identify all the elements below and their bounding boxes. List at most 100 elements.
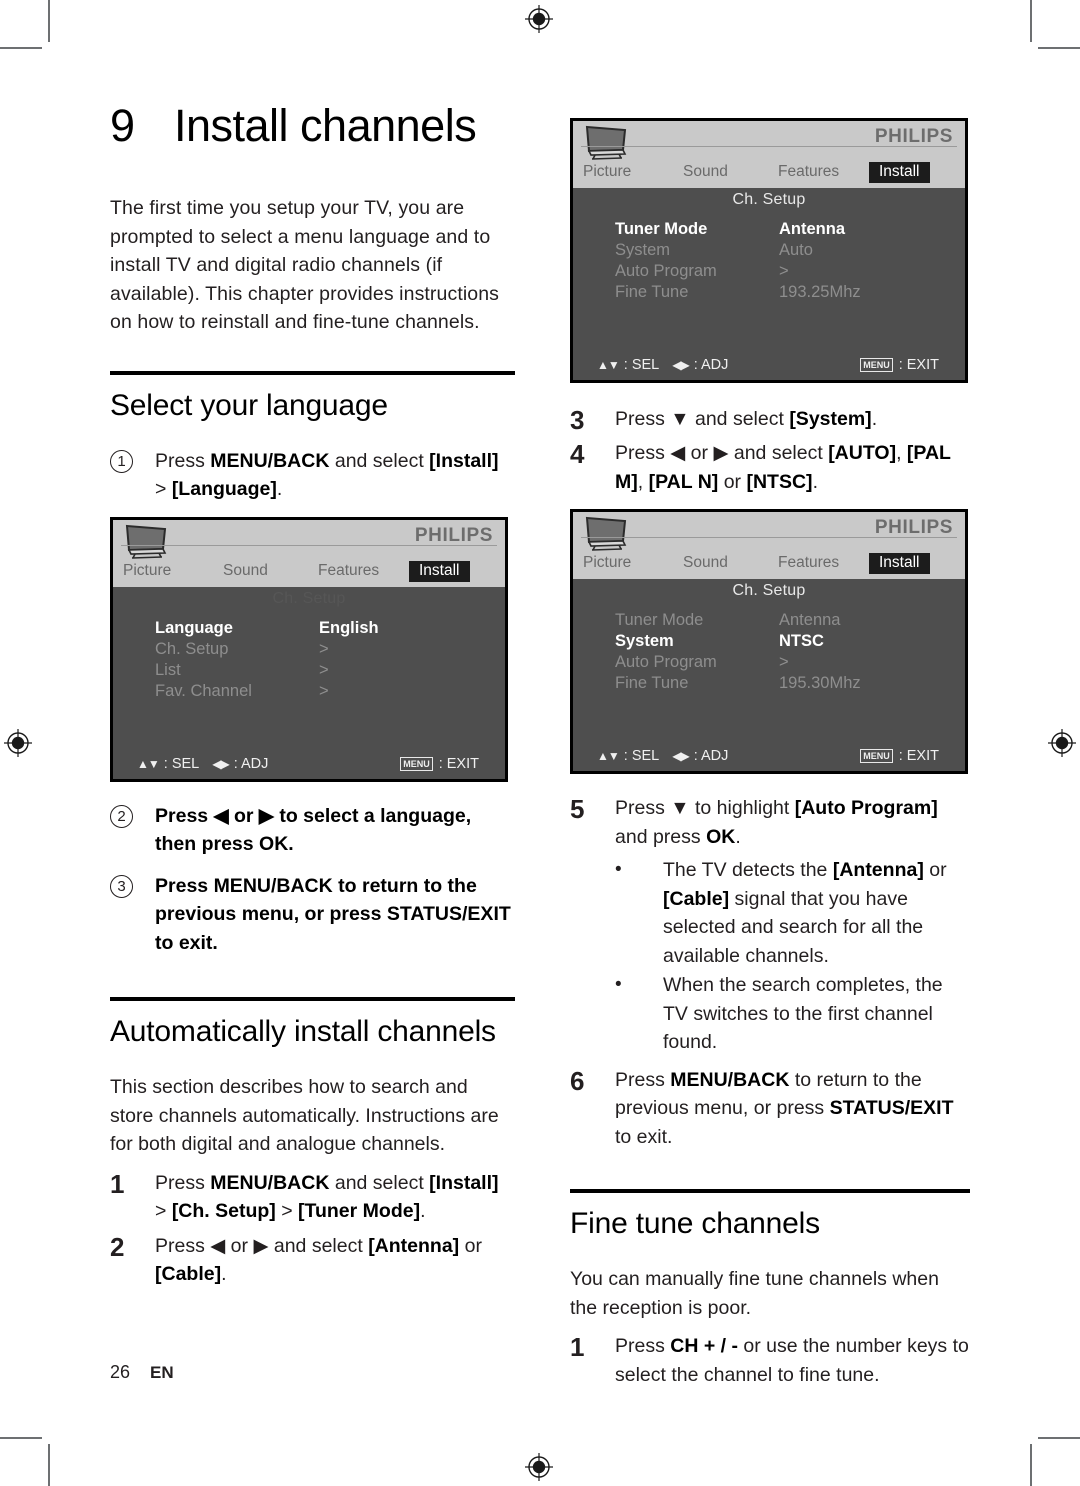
osd-menu-item[interactable]: Fine Tune 195.30Mhz	[615, 673, 965, 694]
osd-menu-item[interactable]: Tuner Mode Antenna	[615, 219, 965, 240]
osd-tab-features[interactable]: Features	[318, 562, 379, 580]
step-text: Press MENU/BACK and select [Install] > […	[155, 447, 515, 504]
osd-menu-list: Language English Ch. Setup > List > Fav.…	[113, 618, 505, 702]
osd-tab-picture[interactable]: Picture	[583, 554, 631, 572]
osd-menu-item[interactable]: Ch. Setup >	[155, 639, 505, 660]
text-run: ,	[896, 442, 907, 464]
text-run: or	[459, 1234, 482, 1257]
menu-key-icon: MENU	[860, 358, 893, 372]
osd-menu-list: Tuner Mode Antenna System Auto Auto Prog…	[573, 219, 965, 303]
menu-key-icon: MENU	[860, 749, 893, 763]
text-run: to highlight	[689, 797, 795, 819]
osd-tab-picture[interactable]: Picture	[123, 562, 171, 580]
osd-menu-item[interactable]: Fine Tune 193.25Mhz	[615, 282, 965, 303]
up-down-arrow-icon: ▲▼	[597, 358, 620, 372]
text-run: >	[155, 1200, 172, 1222]
text-run: Press	[615, 408, 671, 430]
registration-mark-right	[1047, 728, 1077, 758]
osd-tab-install[interactable]: Install	[869, 553, 930, 574]
osd-item-label: System	[615, 632, 674, 650]
osd-tab-picture[interactable]: Picture	[583, 163, 631, 181]
key-label: MENU/BACK	[210, 1171, 330, 1194]
osd-menu-item[interactable]: List >	[155, 660, 505, 681]
text-run: and select	[268, 1234, 369, 1257]
step-item: 5 Press ▼ to highlight [Auto Program] an…	[570, 794, 970, 1058]
osd-tab-sound[interactable]: Sound	[683, 554, 728, 572]
step-text: Press ◀ or ▶ and select [Antenna] or [Ca…	[155, 1232, 515, 1289]
menu-ref: [AUTO]	[828, 442, 897, 464]
crop-mark-top-left-v	[48, 0, 50, 42]
step-item: 4 Press ◀ or ▶ and select [AUTO], [PAL M…	[570, 439, 970, 496]
osd-tab-sound[interactable]: Sound	[683, 163, 728, 181]
osd-tab-install[interactable]: Install	[409, 560, 470, 582]
osd-tab-features[interactable]: Features	[778, 554, 839, 572]
arrow-right-icon: ▶	[713, 442, 729, 464]
text-run: Press	[155, 1171, 211, 1194]
osd-subtitle: Ch. Setup	[732, 191, 806, 208]
list-item: • When the search completes, the TV swit…	[615, 971, 970, 1057]
menu-ref: [Ch. Setup]	[171, 1200, 276, 1222]
arrow-right-icon: ▶	[253, 1234, 269, 1257]
arrow-left-icon: ◀	[213, 804, 229, 827]
section-heading-select-language: Select your language	[110, 388, 388, 422]
arrow-right-icon: ▶	[258, 804, 274, 827]
osd-hint-right: MENU : EXIT	[860, 748, 939, 764]
osd-tab-install[interactable]: Install	[869, 162, 930, 183]
osd-tab-sound[interactable]: Sound	[223, 562, 268, 580]
step-text: Press CH + / - or use the number keys to…	[615, 1332, 970, 1389]
osd-menu-item[interactable]: Fav. Channel >	[155, 681, 505, 702]
osd-tab-bar: Picture Sound Features Install	[573, 162, 965, 188]
osd-tab-features[interactable]: Features	[778, 163, 839, 181]
text-run: to exit.	[615, 1125, 673, 1148]
step-text: Press ▼ to highlight [Auto Program] and …	[615, 794, 970, 1058]
registration-mark-bottom	[524, 1452, 554, 1482]
osd-hint-bar: ▲▼ : SEL ◀▶ : ADJ MENU : EXIT	[573, 350, 965, 380]
osd-menu-item[interactable]: Auto Program >	[615, 652, 965, 673]
text-run: .	[812, 470, 818, 493]
bullet-icon: •	[615, 859, 622, 880]
text-run: or	[228, 804, 259, 827]
osd-header: PHILIPS	[113, 519, 505, 563]
osd-item-label: Auto Program	[615, 262, 717, 280]
menu-ref: [Antenna]	[368, 1234, 460, 1257]
step-marker: 2	[110, 802, 155, 859]
osd-item-value: Antenna	[779, 611, 841, 629]
text-run: Press	[615, 442, 671, 464]
step-marker: 6	[570, 1065, 585, 1096]
text-run: and select	[329, 1171, 430, 1194]
text-run: Press	[155, 804, 214, 827]
osd-hint-bar: ▲▼ : SEL ◀▶ : ADJ MENU : EXIT	[113, 748, 505, 779]
arrow-down-icon: ▼	[670, 408, 690, 430]
osd-menu-item[interactable]: Tuner Mode Antenna	[615, 610, 965, 631]
menu-ref: [Install]	[429, 1171, 499, 1194]
osd-item-value: >	[319, 681, 329, 700]
text-run: and press	[615, 825, 707, 848]
chapter-number: 9	[110, 100, 135, 151]
step-item: 2 Press ◀ or ▶ to select a language, the…	[110, 802, 515, 859]
key-label: MENU/BACK	[670, 1068, 790, 1091]
osd-hint-bar: ▲▼ : SEL ◀▶ : ADJ MENU : EXIT	[573, 741, 965, 771]
osd-menu-item[interactable]: Language English	[155, 618, 505, 639]
key-label: CH + / -	[670, 1335, 738, 1357]
menu-ref: [System]	[789, 408, 872, 430]
left-right-arrow-icon: ◀▶	[212, 756, 229, 771]
osd-item-value: English	[319, 618, 379, 637]
osd-item-value: 193.25Mhz	[779, 283, 861, 301]
osd-item-label: Ch. Setup	[155, 639, 229, 658]
text-run: or	[718, 470, 747, 493]
menu-ref: [PAL N]	[648, 470, 719, 493]
osd-hint-adj-label: : ADJ	[693, 748, 729, 764]
left-right-arrow-icon: ◀▶	[672, 358, 689, 372]
osd-item-label: Fav. Channel	[155, 681, 252, 700]
osd-body: Ch. Setup Tuner Mode Antenna System Auto…	[573, 188, 965, 350]
list-item-text: The TV detects the [Antenna] or [Cable] …	[663, 856, 970, 970]
osd-item-value: Antenna	[779, 220, 845, 238]
osd-body: Ch. Setup Language English Ch. Setup > L…	[113, 586, 505, 749]
osd-item-label: Fine Tune	[615, 674, 689, 692]
text-run: Press	[155, 449, 211, 472]
text-run: .	[420, 1200, 426, 1222]
text-run: The TV detects the	[663, 859, 833, 881]
osd-menu-item[interactable]: System NTSC	[615, 631, 965, 652]
osd-menu-item[interactable]: Auto Program >	[615, 261, 965, 282]
osd-menu-item[interactable]: System Auto	[615, 240, 965, 261]
